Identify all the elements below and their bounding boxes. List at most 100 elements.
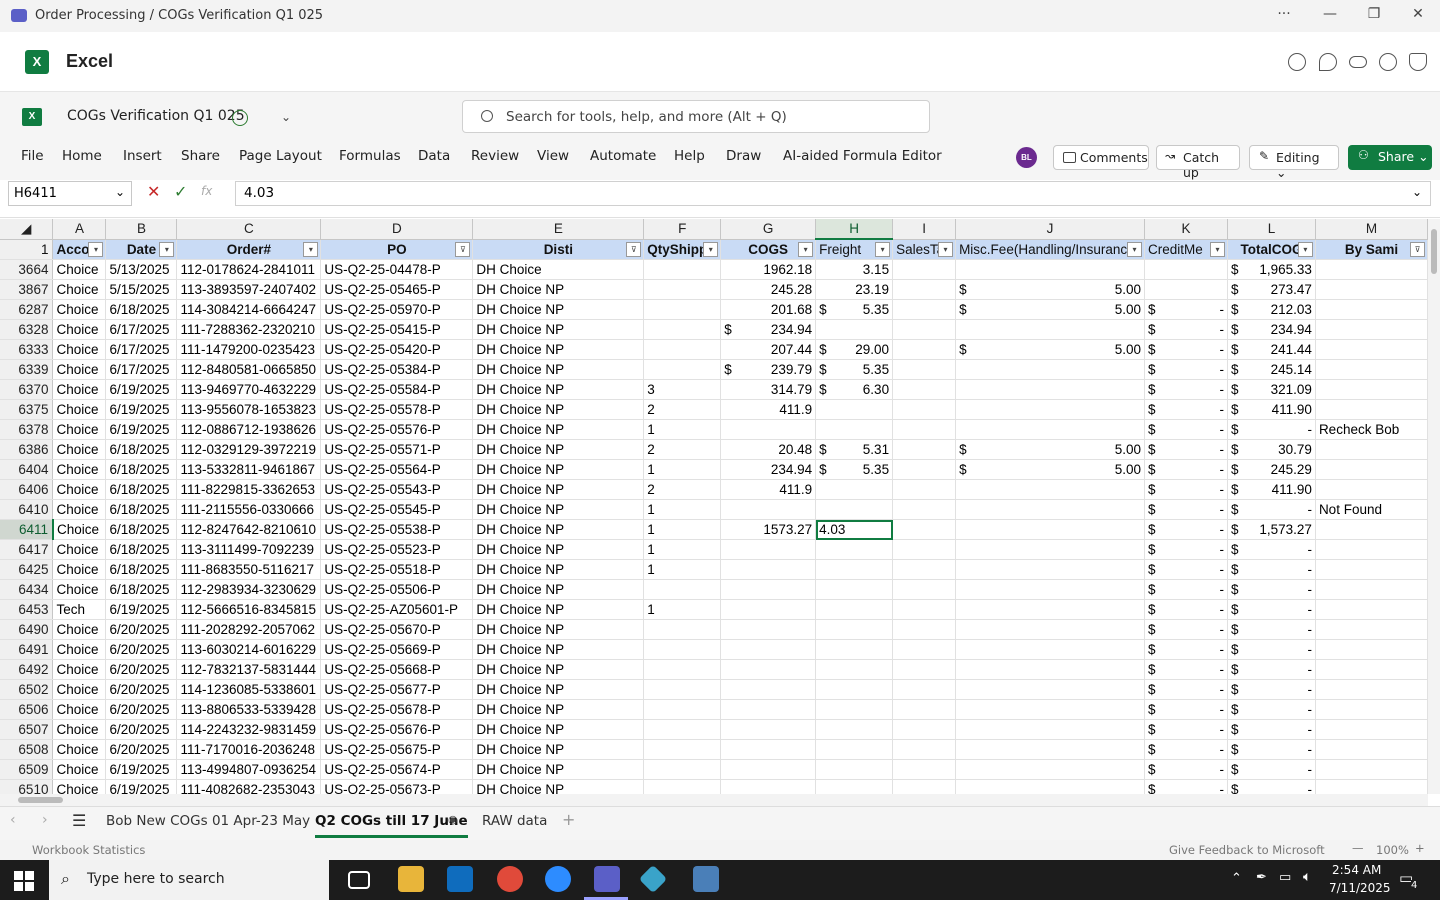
cell-total-cogs[interactable]: $ -: [1227, 699, 1316, 720]
cell-freight[interactable]: [815, 619, 894, 640]
cell-total-cogs[interactable]: $321.09: [1227, 379, 1316, 400]
cell-date[interactable]: 6/19/2025: [105, 759, 178, 780]
cell-disti[interactable]: DH Choice NP: [472, 399, 645, 420]
cell-misc-fee[interactable]: [955, 719, 1146, 740]
row-header[interactable]: 6370: [0, 379, 54, 400]
cell-sales-tax[interactable]: [892, 439, 957, 460]
cell-credit-memo[interactable]: $ -: [1144, 619, 1228, 640]
cell-total-cogs[interactable]: $ -: [1227, 739, 1316, 760]
column-header[interactable]: M: [1315, 219, 1428, 240]
row-header[interactable]: 3664: [0, 259, 54, 280]
cell-date[interactable]: 6/18/2025: [105, 559, 178, 580]
cell-sales-tax[interactable]: [892, 759, 957, 780]
cell-order-number[interactable]: 111-8229815-3362653: [176, 479, 322, 500]
cell-date[interactable]: 6/19/2025: [105, 399, 178, 420]
cell-sales-tax[interactable]: [892, 539, 957, 560]
cell-misc-fee[interactable]: [955, 519, 1146, 540]
cell-freight[interactable]: [815, 699, 894, 720]
cell-misc-fee[interactable]: [955, 319, 1146, 340]
task-view-icon[interactable]: [348, 871, 370, 889]
cell-by-sami[interactable]: [1315, 339, 1428, 360]
cell-qty-shipped[interactable]: [643, 339, 722, 360]
cell-sales-tax[interactable]: [892, 359, 957, 380]
cell-cogs[interactable]: 207.44: [720, 339, 817, 360]
cell-qty-shipped[interactable]: [643, 779, 722, 794]
cell-order-number[interactable]: 111-7288362-2320210: [176, 319, 322, 340]
chevron-up-icon[interactable]: ⌃: [1231, 871, 1242, 886]
cell-sales-tax[interactable]: [892, 339, 957, 360]
cell-disti[interactable]: DH Choice NP: [472, 599, 645, 620]
table-header-cell[interactable]: Disti ⊽: [472, 239, 645, 260]
select-all-corner[interactable]: ◢: [0, 219, 54, 240]
cell-misc-fee[interactable]: [955, 559, 1146, 580]
cell-account[interactable]: Choice: [52, 559, 107, 580]
filter-dropdown-icon[interactable]: ▾: [303, 241, 319, 257]
cell-freight[interactable]: [815, 679, 894, 700]
cell-order-number[interactable]: 113-8806533-5339428: [176, 699, 322, 720]
cell-credit-memo[interactable]: $ -: [1144, 659, 1228, 680]
cell-by-sami[interactable]: [1315, 739, 1428, 760]
cell-by-sami[interactable]: [1315, 559, 1428, 580]
cell-total-cogs[interactable]: $411.90: [1227, 399, 1316, 420]
cell-disti[interactable]: DH Choice NP: [472, 419, 645, 440]
row-header[interactable]: 6375: [0, 399, 54, 420]
cell-qty-shipped[interactable]: [643, 759, 722, 780]
table-header-cell[interactable]: SalesTa ▾: [892, 239, 957, 260]
cell-po[interactable]: US-Q2-25-05415-P: [320, 319, 474, 340]
cell-order-number[interactable]: 113-5332811-9461867: [176, 459, 322, 480]
menu-formulas[interactable]: Formulas: [339, 148, 401, 164]
cell-date[interactable]: 6/20/2025: [105, 739, 178, 760]
calculator-icon[interactable]: [693, 866, 719, 892]
cell-cogs[interactable]: 1573.27: [720, 519, 817, 540]
cell-order-number[interactable]: 114-3084214-6664247: [176, 299, 322, 320]
cell-freight[interactable]: [815, 579, 894, 600]
cell-date[interactable]: 6/18/2025: [105, 519, 178, 540]
catch-up-button[interactable]: ↝ Catch up: [1156, 145, 1240, 180]
add-sheet-icon[interactable]: +: [562, 810, 575, 829]
table-header-cell[interactable]: PO ⊽: [320, 239, 474, 260]
cell-sales-tax[interactable]: [892, 599, 957, 620]
cell-cogs[interactable]: [720, 419, 817, 440]
cell-date[interactable]: 6/18/2025: [105, 539, 178, 560]
cell-cogs[interactable]: [720, 779, 817, 794]
cell-account[interactable]: Choice: [52, 639, 107, 660]
cell-cogs[interactable]: [720, 559, 817, 580]
cell-cogs[interactable]: [720, 739, 817, 760]
cell-by-sami[interactable]: [1315, 479, 1428, 500]
table-header-cell[interactable]: Freight ▾: [815, 239, 894, 260]
cell-account[interactable]: Choice: [52, 719, 107, 740]
cell-po[interactable]: US-Q2-25-05678-P: [320, 699, 474, 720]
cell-po[interactable]: US-Q2-25-05677-P: [320, 679, 474, 700]
cell-misc-fee[interactable]: $5.00: [955, 339, 1146, 360]
cell-freight[interactable]: [815, 399, 894, 420]
cell-cogs[interactable]: $239.79: [720, 359, 817, 380]
cell-disti[interactable]: DH Choice NP: [472, 619, 645, 640]
cell-order-number[interactable]: 112-0886712-1938626: [176, 419, 322, 440]
cell-cogs[interactable]: 314.79: [720, 379, 817, 400]
cell-freight[interactable]: [815, 479, 894, 500]
zoom-out-icon[interactable]: —: [1352, 841, 1364, 855]
cell-disti[interactable]: DH Choice NP: [472, 679, 645, 700]
table-header-cell[interactable]: Misc.Fee(Handling/Insuranc ▾: [955, 239, 1146, 260]
share-button[interactable]: ⚇ Share ⌄: [1348, 145, 1432, 170]
cell-freight[interactable]: [815, 779, 894, 794]
cell-date[interactable]: 5/13/2025: [105, 259, 178, 280]
column-header[interactable]: K: [1144, 219, 1228, 240]
cell-account[interactable]: Choice: [52, 419, 107, 440]
cell-credit-memo[interactable]: $ -: [1144, 559, 1228, 580]
cell-qty-shipped[interactable]: 1: [643, 459, 722, 480]
cell-po[interactable]: US-Q2-25-05571-P: [320, 439, 474, 460]
cell-order-number[interactable]: 111-8683550-5116217: [176, 559, 322, 580]
cell-credit-memo[interactable]: $ -: [1144, 719, 1228, 740]
cell-account[interactable]: Choice: [52, 259, 107, 280]
cell-cogs[interactable]: 245.28: [720, 279, 817, 300]
cell-total-cogs[interactable]: $241.44: [1227, 339, 1316, 360]
row-header[interactable]: 6492: [0, 659, 54, 680]
cell-total-cogs[interactable]: $30.79: [1227, 439, 1316, 460]
cell-account[interactable]: Choice: [52, 479, 107, 500]
cell-by-sami[interactable]: [1315, 259, 1428, 280]
cell-sales-tax[interactable]: [892, 299, 957, 320]
filter-dropdown-icon[interactable]: ▾: [1297, 241, 1313, 257]
cell-po[interactable]: US-Q2-25-05420-P: [320, 339, 474, 360]
cell-misc-fee[interactable]: [955, 539, 1146, 560]
